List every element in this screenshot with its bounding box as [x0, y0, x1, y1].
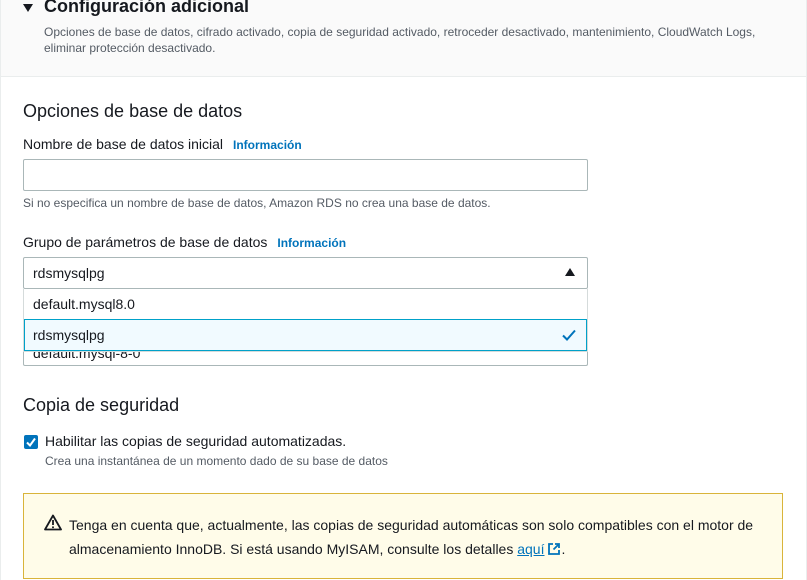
alert-link-aqui[interactable]: aquí — [517, 541, 544, 557]
additional-config-header[interactable]: Configuración adicional Opciones de base… — [0, 0, 807, 77]
hidden-select[interactable]: default.mysql-8-0 — [23, 352, 588, 366]
section-body: Opciones de base de datos Nombre de base… — [0, 77, 807, 580]
initial-db-name-label: Nombre de base de datos inicial — [23, 136, 224, 152]
parameter-group-info-link[interactable]: Información — [277, 236, 346, 250]
dropdown-option-default-mysql[interactable]: default.mysql8.0 — [24, 289, 587, 319]
dropdown-option-label: default.mysql8.0 — [33, 296, 135, 312]
automated-backup-checkbox[interactable] — [24, 435, 38, 449]
parameter-group-selected-value: rdsmysqlpg — [33, 265, 105, 281]
alert-text: Tenga en cuenta que, actualmente, las co… — [69, 513, 769, 561]
caret-up-icon — [565, 268, 575, 276]
section-title: Configuración adicional — [44, 0, 250, 16]
database-options-heading: Opciones de base de datos — [23, 101, 243, 121]
backup-heading: Copia de seguridad — [23, 395, 180, 415]
dropdown-option-label: rdsmysqlpg — [33, 327, 105, 343]
section-description: Opciones de base de datos, cifrado activ… — [44, 25, 756, 55]
external-link-icon[interactable] — [547, 542, 561, 556]
alert-text-end: . — [561, 541, 566, 557]
initial-db-name-input[interactable] — [23, 159, 588, 191]
initial-db-name-label-row: Nombre de base de datos inicial Informaci… — [23, 136, 302, 152]
initial-db-name-info-link[interactable]: Información — [233, 138, 302, 152]
dropdown-option-rdsmysqlpg[interactable]: rdsmysqlpg — [24, 319, 587, 351]
automated-backup-description: Crea una instantánea de un momento dado … — [45, 454, 388, 468]
initial-db-name-hint: Si no especifica un nombre de base de da… — [23, 196, 491, 210]
parameter-group-label: Grupo de parámetros de base de datos — [23, 234, 268, 250]
automated-backup-label[interactable]: Habilitar las copias de seguridad automa… — [45, 433, 346, 449]
alert-text-main: Tenga en cuenta que, actualmente, las co… — [69, 517, 754, 557]
hidden-select-value: default.mysql-8-0 — [33, 352, 141, 361]
innodb-warning-alert: Tenga en cuenta que, actualmente, las co… — [23, 493, 783, 579]
parameter-group-select[interactable]: rdsmysqlpg — [23, 257, 588, 289]
parameter-group-label-row: Grupo de parámetros de base de datos Info… — [23, 234, 346, 250]
warning-icon — [44, 514, 62, 531]
checkmark-icon — [26, 437, 36, 448]
parameter-group-dropdown: default.mysql8.0 rdsmysqlpg — [23, 289, 588, 352]
caret-down-icon[interactable] — [23, 4, 33, 12]
page: Configuración adicional Opciones de base… — [0, 0, 807, 580]
check-icon — [562, 329, 576, 341]
